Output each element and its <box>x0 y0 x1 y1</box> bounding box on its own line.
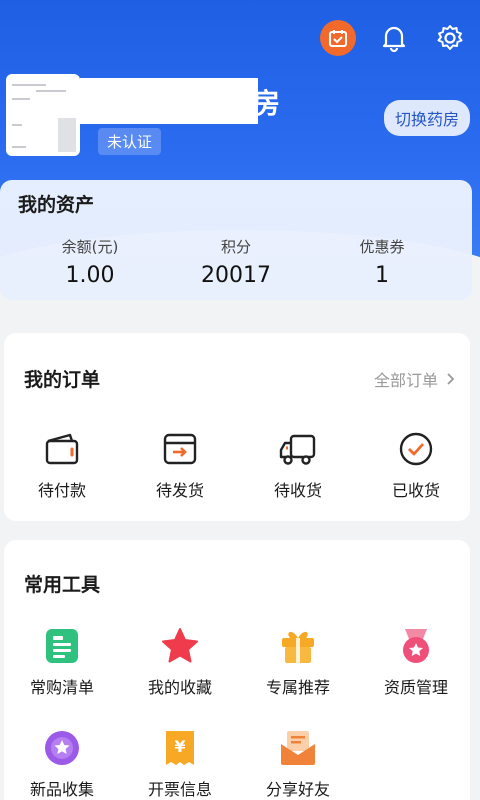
tool-share-friends[interactable]: 分享好友 <box>243 728 353 800</box>
orders-card: 我的订单 全部订单 待付款 待发货 待收货 已收货 <box>4 333 470 521</box>
assets-panel: 我的资产 余额(元) 1.00 积分 20017 优惠券 1 <box>0 180 472 300</box>
tools-title: 常用工具 <box>24 574 101 596</box>
tools-card: 常用工具 常购清单 我的收藏 专属推荐 资质管理 新品收集 ¥ 开票信息 分享好… <box>4 540 470 800</box>
avatar-text-line <box>36 90 66 92</box>
tool-label: 新品收集 <box>29 780 94 799</box>
calendar-check-icon[interactable] <box>320 20 356 56</box>
tool-label: 资质管理 <box>383 678 448 697</box>
asset-coupons[interactable]: 优惠券 1 <box>302 236 462 288</box>
top-icon-bar <box>320 20 468 56</box>
asset-value: 20017 <box>201 263 271 288</box>
asset-points[interactable]: 积分 20017 <box>156 236 316 288</box>
new-star-icon <box>45 731 79 765</box>
truck-icon <box>279 434 316 465</box>
tool-label: 常购清单 <box>29 678 94 697</box>
asset-balance[interactable]: 余额(元) 1.00 <box>10 236 170 288</box>
switch-pharmacy-button[interactable]: 切换药房 <box>383 100 470 136</box>
invoice-icon: ¥ <box>166 731 194 765</box>
store-name: 房 <box>252 87 281 120</box>
order-pending-receipt[interactable]: 待收货 <box>243 429 353 501</box>
bell-icon[interactable] <box>376 20 412 56</box>
tool-my-favorites[interactable]: 我的收藏 <box>125 626 235 698</box>
all-orders-label: 全部订单 <box>373 371 438 390</box>
share-envelope-icon <box>281 731 315 765</box>
avatar-block <box>58 118 76 152</box>
verify-status-badge[interactable]: 未认证 <box>98 128 162 155</box>
asset-label: 优惠券 <box>359 238 405 256</box>
order-label: 待付款 <box>37 481 86 500</box>
box-send-icon <box>163 433 197 465</box>
star-icon <box>162 628 198 663</box>
avatar-text-line <box>12 98 30 100</box>
tool-label: 开票信息 <box>147 780 212 799</box>
tool-qualification-management[interactable]: 资质管理 <box>361 626 471 698</box>
list-icon <box>46 629 78 663</box>
order-pending-shipment[interactable]: 待发货 <box>125 429 235 501</box>
tool-frequent-list[interactable]: 常购清单 <box>7 626 117 698</box>
wallet-icon <box>45 433 79 465</box>
order-pending-payment[interactable]: 待付款 <box>7 429 117 501</box>
order-received[interactable]: 已收货 <box>361 429 471 501</box>
avatar-text-line <box>12 124 22 126</box>
chevron-right-icon <box>447 373 455 385</box>
avatar-text-line <box>12 84 46 86</box>
tool-exclusive-recommend[interactable]: 专属推荐 <box>243 626 353 698</box>
asset-value: 1 <box>375 263 389 288</box>
tool-invoice-info[interactable]: ¥ 开票信息 <box>125 728 235 800</box>
tool-new-product-collection[interactable]: 新品收集 <box>7 728 117 800</box>
tool-label: 专属推荐 <box>265 678 330 697</box>
tool-label: 我的收藏 <box>147 678 212 697</box>
check-circle-icon <box>399 432 433 466</box>
assets-title: 我的资产 <box>18 194 95 216</box>
svg-text:¥: ¥ <box>174 737 185 756</box>
asset-value: 1.00 <box>65 263 115 288</box>
orders-title: 我的订单 <box>24 369 101 391</box>
order-label: 待发货 <box>155 481 204 500</box>
avatar[interactable] <box>6 74 80 156</box>
store-name-redaction <box>80 78 258 124</box>
gear-icon[interactable] <box>432 20 468 56</box>
order-label: 已收货 <box>391 481 440 500</box>
gift-icon <box>282 631 314 663</box>
asset-label: 积分 <box>220 238 251 256</box>
tool-label: 分享好友 <box>265 780 330 799</box>
medal-icon <box>403 629 429 663</box>
avatar-text-line <box>12 146 26 148</box>
order-label: 待收货 <box>273 481 322 500</box>
asset-label: 余额(元) <box>61 238 119 256</box>
all-orders-link[interactable]: 全部订单 <box>374 367 456 391</box>
